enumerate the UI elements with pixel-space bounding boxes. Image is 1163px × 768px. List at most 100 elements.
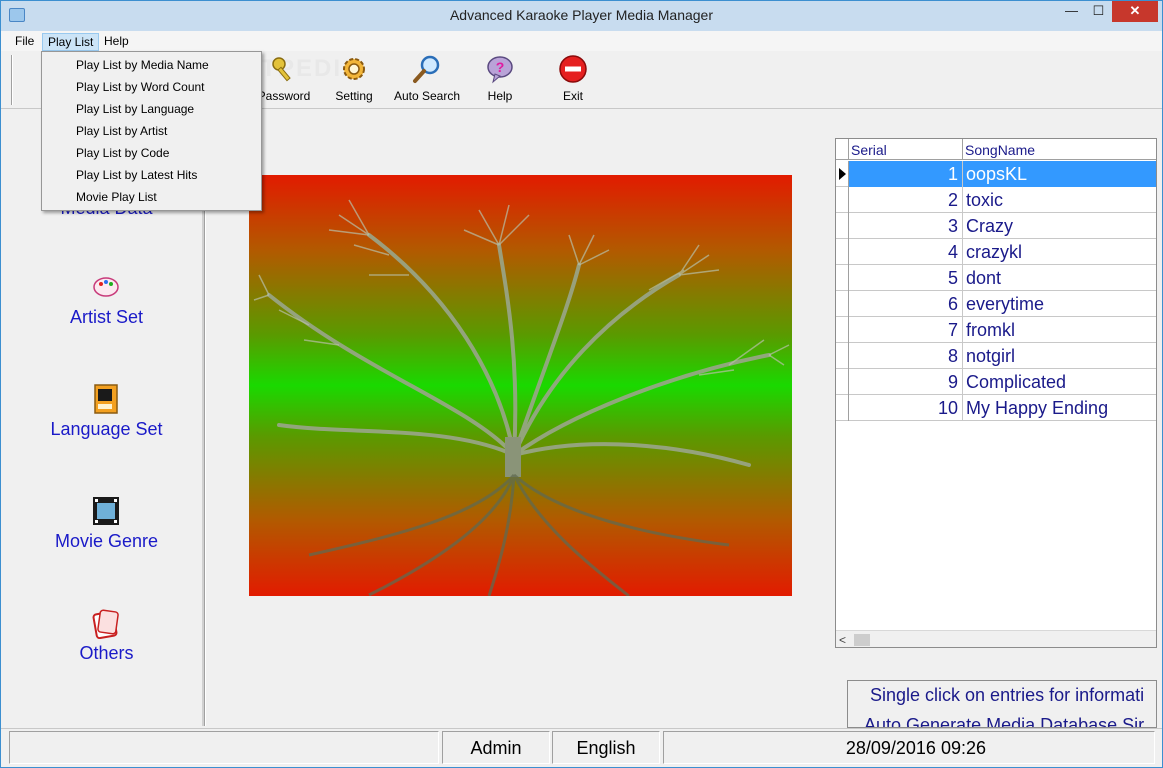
sidebar-item-label: Movie Genre [54, 531, 159, 551]
serial-cell[interactable]: 9 [849, 369, 963, 395]
row-indicator[interactable] [836, 265, 849, 291]
auto-search-label: Auto Search [393, 89, 461, 103]
table-row[interactable]: 3 Crazy [836, 213, 1156, 239]
serial-cell[interactable]: 5 [849, 265, 963, 291]
row-indicator[interactable] [836, 369, 849, 395]
table-row[interactable]: 5 dont [836, 265, 1156, 291]
serial-cell[interactable]: 8 [849, 343, 963, 369]
table-row[interactable]: 7 fromkl [836, 317, 1156, 343]
app-window: Advanced Karaoke Player Media Manager — … [0, 0, 1163, 768]
row-indicator[interactable] [836, 291, 849, 317]
menu-item-movie-play-list[interactable]: Movie Play List [76, 186, 157, 208]
serial-cell[interactable]: 2 [849, 187, 963, 213]
help-button[interactable]: ? Help [465, 51, 535, 107]
horizontal-scrollbar[interactable]: < [836, 630, 1156, 647]
status-datetime: 28/09/2016 09:26 [663, 731, 1155, 764]
song-grid[interactable]: Serial SongName 1 oopsKL 2 toxic 3 Crazy… [835, 138, 1157, 648]
help-icon: ? [487, 56, 513, 84]
sidebar-item-label: Others [79, 643, 134, 663]
table-row[interactable]: 10 My Happy Ending [836, 395, 1156, 421]
title-bar[interactable]: Advanced Karaoke Player Media Manager — … [1, 1, 1162, 31]
serial-cell[interactable]: 3 [849, 213, 963, 239]
table-row[interactable]: 8 notgirl [836, 343, 1156, 369]
scrollbar-thumb[interactable] [854, 634, 870, 646]
menu-bar: File Play List Help [1, 31, 1162, 51]
minimize-button[interactable]: — [1058, 1, 1085, 22]
table-row[interactable]: 2 toxic [836, 187, 1156, 213]
row-indicator[interactable] [836, 213, 849, 239]
sidebar-item-label: Artist Set [69, 307, 144, 327]
menu-item-playlist-by-artist[interactable]: Play List by Artist [76, 120, 167, 142]
serial-cell[interactable]: 1 [849, 161, 963, 187]
gear-icon [343, 58, 365, 80]
serial-cell[interactable]: 10 [849, 395, 963, 421]
key-icon [272, 57, 291, 82]
menu-item-playlist-by-language[interactable]: Play List by Language [76, 98, 194, 120]
menu-play-list[interactable]: Play List [42, 33, 100, 51]
exit-label: Exit [562, 89, 583, 103]
play-list-dropdown-menu: Play List by Media Name Play List by Wor… [41, 51, 262, 211]
info-panel: Single click on entries for informati Au… [847, 680, 1157, 728]
songname-cell[interactable]: fromkl [963, 317, 1156, 343]
scroll-left-arrow-icon[interactable]: < [839, 633, 846, 647]
menu-file[interactable]: File [11, 33, 38, 51]
row-indicator[interactable] [836, 187, 849, 213]
maximize-button[interactable]: ☐ [1085, 1, 1112, 22]
row-indicator[interactable] [836, 395, 849, 421]
status-language: English [552, 731, 660, 764]
sidebar-item-others[interactable]: Others [9, 607, 204, 667]
current-row-arrow-icon [839, 168, 846, 180]
songname-cell[interactable]: My Happy Ending [963, 395, 1156, 421]
sidebar-item-label: Language Set [50, 419, 163, 439]
serial-cell[interactable]: 4 [849, 239, 963, 265]
status-user: Admin [442, 731, 550, 764]
songname-cell[interactable]: oopsKL [963, 161, 1156, 187]
sidebar-item-movie-genre[interactable]: Movie Genre [9, 495, 204, 555]
menu-item-playlist-by-word-count[interactable]: Play List by Word Count [76, 76, 205, 98]
auto-search-button[interactable]: Auto Search [392, 51, 462, 107]
row-indicator[interactable] [836, 161, 849, 187]
palette-icon [93, 277, 119, 297]
row-indicator[interactable] [836, 343, 849, 369]
exit-button[interactable]: Exit [538, 51, 608, 107]
setting-button[interactable]: Setting [319, 51, 389, 107]
media-preview-image [249, 175, 792, 596]
menu-item-playlist-by-media-name[interactable]: Play List by Media Name [76, 54, 209, 76]
status-bar: Admin English 28/09/2016 09:26 [1, 728, 1162, 767]
close-button[interactable]: ✕ [1112, 1, 1158, 22]
window-title: Advanced Karaoke Player Media Manager [449, 7, 714, 23]
songname-cell[interactable]: everytime [963, 291, 1156, 317]
sidebar-item-artist-set[interactable]: Artist Set [9, 271, 204, 331]
menu-item-playlist-by-code[interactable]: Play List by Code [76, 142, 169, 164]
songname-cell[interactable]: toxic [963, 187, 1156, 213]
table-row[interactable]: 4 crazykl [836, 239, 1156, 265]
palm-plant-image [253, 199, 790, 596]
row-indicator[interactable] [836, 317, 849, 343]
sidebar-item-language-set[interactable]: Language Set [9, 383, 204, 443]
column-header-serial[interactable]: Serial [849, 139, 963, 160]
toolbar-separator [11, 55, 13, 105]
songname-cell[interactable]: crazykl [963, 239, 1156, 265]
table-row[interactable]: 6 everytime [836, 291, 1156, 317]
menu-help[interactable]: Help [100, 33, 133, 51]
serial-cell[interactable]: 7 [849, 317, 963, 343]
film-icon [93, 497, 119, 525]
songname-cell[interactable]: dont [963, 265, 1156, 291]
table-row[interactable]: 9 Complicated [836, 369, 1156, 395]
menu-item-playlist-by-latest-hits[interactable]: Play List by Latest Hits [76, 164, 197, 186]
table-row[interactable]: 1 oopsKL [836, 161, 1156, 187]
serial-cell[interactable]: 6 [849, 291, 963, 317]
songname-cell[interactable]: Complicated [963, 369, 1156, 395]
help-label: Help [487, 89, 513, 103]
magnifier-icon [413, 55, 440, 83]
info-text: Auto Generate Media Database Sir [864, 715, 1145, 728]
info-text: Single click on entries for informati [870, 685, 1145, 705]
row-indicator[interactable] [836, 239, 849, 265]
row-indicator-header [836, 139, 849, 160]
column-header-songname[interactable]: SongName [963, 139, 1156, 160]
songname-cell[interactable]: notgirl [963, 343, 1156, 369]
help-glyph: ? [496, 59, 505, 75]
songname-cell[interactable]: Crazy [963, 213, 1156, 239]
setting-label: Setting [335, 89, 373, 103]
exit-icon [559, 55, 587, 83]
